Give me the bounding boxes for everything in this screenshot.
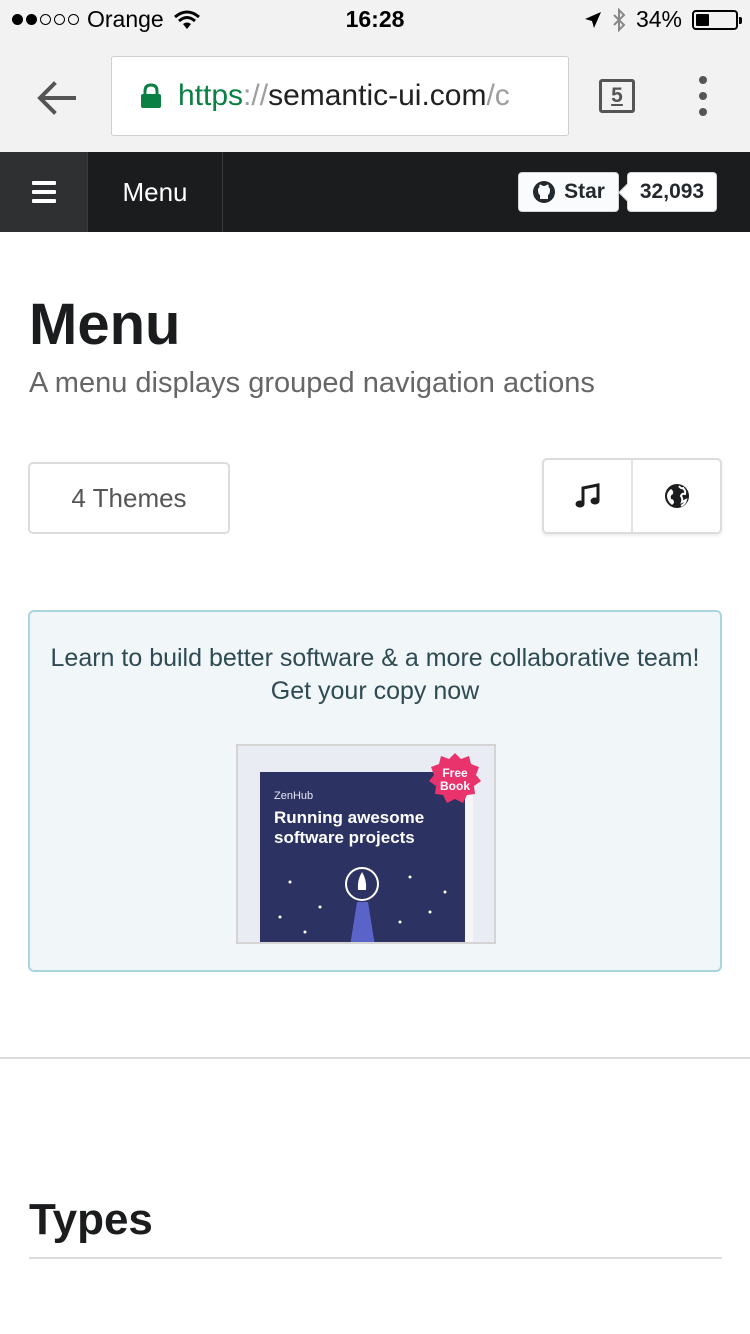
site-header: Menu Star 32,093 — [0, 152, 750, 232]
rocket-illustration — [278, 867, 447, 942]
browser-toolbar: https://semantic-ui.com/c 5 — [0, 40, 750, 152]
url-separator: :// — [243, 79, 269, 112]
battery-percent: 34% — [635, 6, 682, 32]
svg-text:Free: Free — [442, 766, 468, 780]
themes-button[interactable]: 4 Themes — [28, 462, 230, 534]
github-star-count[interactable]: 32,093 — [627, 172, 717, 212]
github-star-label: Star — [564, 180, 605, 203]
url-text: https://semantic-ui.com/c — [178, 79, 510, 113]
section-divider — [0, 1057, 750, 1059]
github-icon — [533, 181, 556, 203]
book-cover-image[interactable]: ZenHub Running awesome software projects… — [236, 744, 496, 944]
url-host: semantic-ui.com — [268, 79, 487, 112]
bluetooth-icon — [613, 7, 626, 32]
svg-text:Book: Book — [440, 779, 470, 793]
page-subtitle: A menu displays grouped navigation actio… — [29, 367, 595, 399]
header-title[interactable]: Menu — [88, 152, 223, 232]
icon-button-group — [542, 458, 722, 534]
book-brand: ZenHub — [274, 790, 314, 802]
section-rule — [29, 1257, 722, 1259]
url-scheme: https — [178, 79, 244, 112]
status-bar: Orange 16:28 34% — [0, 0, 750, 40]
hamburger-menu-icon[interactable] — [0, 152, 88, 232]
back-arrow-icon[interactable] — [34, 76, 78, 120]
address-bar[interactable]: https://semantic-ui.com/c — [111, 56, 569, 136]
location-arrow-icon — [584, 11, 601, 28]
section-title: Types — [29, 1195, 153, 1244]
music-button[interactable] — [544, 460, 631, 532]
globe-icon — [664, 484, 689, 508]
more-options-icon[interactable] — [694, 76, 712, 116]
free-book-badge: Free Book — [429, 753, 481, 803]
github-star-button[interactable]: Star — [518, 172, 619, 212]
url-path: /c — [486, 79, 510, 112]
book-title: Running awesome software projects — [274, 808, 425, 848]
ad-banner[interactable]: Learn to build better software & a more … — [28, 610, 722, 972]
tab-switcher-button[interactable]: 5 — [599, 79, 635, 113]
ad-text[interactable]: Learn to build better software & a more … — [50, 642, 700, 709]
tab-count: 5 — [611, 84, 623, 107]
music-icon — [575, 483, 599, 508]
lock-icon — [141, 83, 161, 108]
battery-icon — [692, 9, 742, 30]
page-title: Menu — [29, 292, 181, 357]
globe-button[interactable] — [631, 460, 720, 532]
